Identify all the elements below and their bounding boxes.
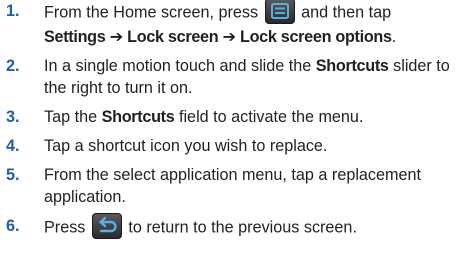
step-text: Tap the: [44, 108, 102, 126]
path-arrow: ➔: [218, 28, 240, 46]
step-1: 1. From the Home screen, press and then …: [0, 0, 466, 48]
step-number: 2.: [6, 57, 20, 75]
step-4: 4. Tap a shortcut icon you wish to repla…: [0, 135, 466, 157]
shortcuts-term: Shortcuts: [101, 108, 175, 126]
step-text: From the select application menu, tap a …: [44, 166, 422, 206]
step-text: .: [391, 28, 397, 46]
step-2: 2. In a single motion touch and slide th…: [0, 55, 466, 99]
instruction-steps: 1. From the Home screen, press and then …: [0, 0, 466, 248]
step-number: 3.: [6, 108, 20, 126]
step-text: Tap a shortcut icon you wish to replace.: [44, 137, 328, 155]
step-6: 6. Press to return to the previous scree…: [0, 213, 466, 241]
path-arrow: ➔: [105, 28, 128, 46]
path-lock-screen-options: Lock screen options: [240, 28, 392, 46]
step-text: Press: [44, 218, 86, 237]
step-number: 4.: [6, 137, 20, 155]
step-text: and then tap: [301, 3, 392, 22]
step-text: From the Home screen, press: [44, 3, 259, 22]
path-lock-screen: Lock screen: [127, 28, 219, 46]
back-key-icon: [91, 213, 122, 239]
step-text: field to activate the menu.: [174, 108, 364, 126]
step-number: 6.: [6, 217, 20, 235]
step-3: 3. Tap the Shortcuts field to activate t…: [0, 106, 466, 128]
path-settings: Settings: [44, 28, 106, 46]
step-text: to return to the previous screen.: [128, 218, 357, 237]
step-text: In a single motion touch and slide the: [44, 57, 316, 75]
menu-key-icon: [264, 0, 295, 24]
shortcuts-term: Shortcuts: [315, 57, 389, 75]
step-5: 5. From the select application menu, tap…: [0, 164, 466, 208]
step-number: 5.: [6, 166, 20, 184]
step-number: 1.: [6, 2, 20, 20]
